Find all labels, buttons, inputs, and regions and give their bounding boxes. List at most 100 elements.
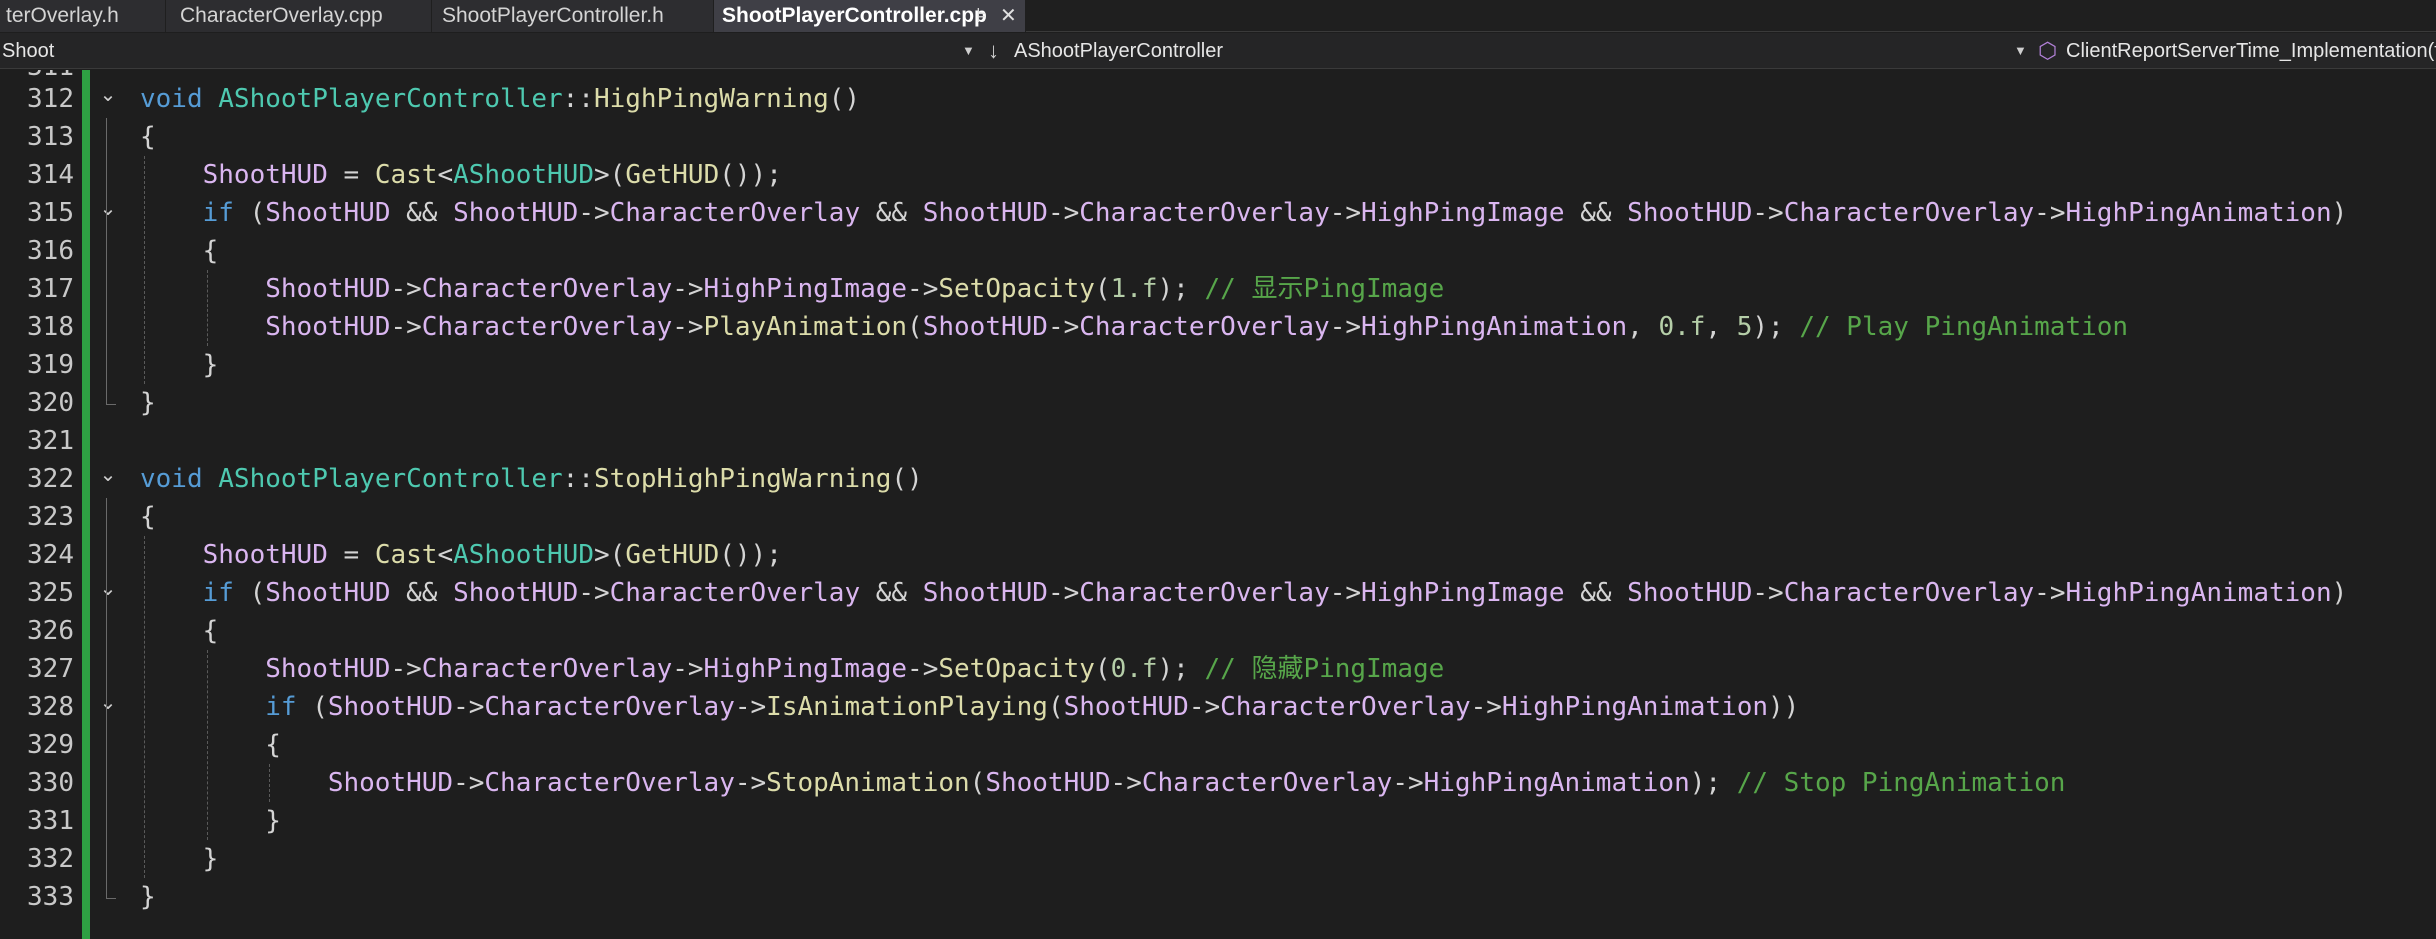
line-number: 312	[27, 84, 74, 114]
code-token: (	[233, 198, 266, 228]
code-token: ShootHUD	[1627, 198, 1753, 228]
code-line[interactable]: ShootHUD->CharacterOverlay->PlayAnimatio…	[140, 308, 2128, 346]
line-number: 329	[27, 730, 74, 760]
code-token: HighPingImage	[703, 654, 908, 684]
code-token: ->	[1752, 578, 1784, 608]
code-line[interactable]: {	[140, 726, 281, 764]
code-token: // 隐藏PingImage	[1204, 654, 1445, 684]
code-line[interactable]: if (ShootHUD && ShootHUD->CharacterOverl…	[140, 194, 2348, 232]
chevron-down-icon[interactable]: ▼	[962, 33, 975, 69]
code-token: ->	[1470, 692, 1502, 722]
code-line[interactable]: }	[140, 384, 156, 422]
code-token: IsAnimationPlaying	[766, 692, 1048, 722]
code-token: // Play PingAnimation	[1799, 312, 2129, 342]
chevron-down-icon[interactable]: ▼	[2014, 33, 2027, 69]
code-token: ShootHUD	[202, 160, 328, 190]
code-token: ->	[1329, 578, 1362, 608]
code-line[interactable]: ShootHUD = Cast<AShootHUD>(GetHUD());	[140, 156, 782, 194]
code-token: {	[140, 502, 156, 532]
code-token: ::	[562, 464, 594, 494]
code-token: (	[1094, 274, 1111, 304]
code-line[interactable]: {	[140, 498, 156, 536]
code-token: ShootHUD	[922, 312, 1048, 342]
code-token: CharacterOverlay	[1141, 768, 1393, 798]
code-token: >(	[594, 160, 626, 190]
code-token: ->	[672, 312, 704, 342]
line-number: 325	[27, 578, 74, 608]
code-line[interactable]: {	[140, 118, 156, 156]
line-number: 333	[27, 882, 74, 912]
member-scope-label: ClientReportServerTime_Implementation(fl…	[2066, 40, 2436, 62]
code-token: 0.f	[1658, 312, 1706, 342]
code-line[interactable]: ShootHUD->CharacterOverlay->HighPingImag…	[140, 650, 1444, 688]
code-token: CharacterOverlay	[609, 198, 861, 228]
code-token: ->	[578, 578, 610, 608]
code-token: void	[140, 464, 203, 494]
code-line[interactable]: {	[140, 612, 219, 650]
class-scope-dropdown[interactable]: AShootPlayerController	[1014, 33, 1994, 69]
code-line[interactable]: if (ShootHUD->CharacterOverlay->IsAnimat…	[140, 688, 1799, 726]
document-tab-strip: terOverlay.h CharacterOverlay.cpp ShootP…	[0, 0, 2436, 32]
collapse-chevron-icon[interactable]: ⌄	[94, 76, 122, 114]
code-line[interactable]: ShootHUD->CharacterOverlay->StopAnimatio…	[140, 764, 2066, 802]
code-token: 1.f	[1110, 274, 1158, 304]
code-token: ->	[734, 768, 767, 798]
code-token: ->	[907, 654, 939, 684]
code-token: ::	[562, 84, 594, 114]
code-token: ShootHUD	[985, 768, 1111, 798]
code-line[interactable]: void AShootPlayerController::HighPingWar…	[140, 80, 860, 118]
code-line[interactable]: ShootHUD = Cast<AShootHUD>(GetHUD());	[140, 536, 782, 574]
code-token: CharacterOverlay	[421, 312, 673, 342]
fold-region-bracket	[106, 118, 116, 405]
collapse-chevron-icon[interactable]: ⌄	[94, 456, 122, 494]
line-number: 323	[27, 502, 74, 532]
pin-icon[interactable]: ⊧	[976, 0, 986, 32]
code-line[interactable]: void AShootPlayerController::StopHighPin…	[140, 460, 923, 498]
code-token: ShootHUD	[1063, 692, 1189, 722]
project-dropdown[interactable]: Shoot	[2, 33, 952, 69]
code-token: &&	[860, 578, 923, 608]
code-token: ShootHUD	[265, 654, 391, 684]
code-line[interactable]: }	[140, 346, 219, 384]
code-token: CharacterOverlay	[1079, 312, 1330, 342]
line-number: 321	[27, 426, 74, 456]
code-token: ))	[1768, 692, 1800, 722]
code-token: ShootHUD	[202, 540, 328, 570]
code-line[interactable]: }	[140, 878, 156, 916]
code-token: );	[1157, 654, 1205, 684]
change-tracking-bar	[82, 70, 90, 939]
code-token: =	[327, 540, 375, 570]
line-number: 324	[27, 540, 74, 570]
code-line[interactable]: }	[140, 840, 219, 878]
code-token: ShootHUD	[453, 578, 579, 608]
tab-shootplayercontroller-cpp[interactable]: ShootPlayerController.cpp ⊧ ✕	[714, 0, 1026, 32]
code-token: ->	[672, 274, 704, 304]
code-token: )	[2331, 198, 2348, 228]
member-scope-dropdown[interactable]: ClientReportServerTime_Implementation(fl…	[2066, 33, 2436, 69]
line-number: 320	[27, 388, 74, 418]
code-line[interactable]: ShootHUD->CharacterOverlay->HighPingImag…	[140, 270, 1444, 308]
code-token: ->	[734, 692, 767, 722]
tab-label: CharacterOverlay.cpp	[180, 4, 383, 27]
code-line[interactable]: {	[140, 232, 219, 270]
code-token: ->	[2034, 578, 2066, 608]
code-token: SetOpacity	[938, 274, 1095, 304]
close-icon[interactable]: ✕	[1000, 0, 1017, 32]
tab-label: terOverlay.h	[6, 4, 119, 27]
code-editor[interactable]: 3113123133143153163173183193203213223233…	[0, 70, 2436, 939]
tab-shootplayercontroller-h[interactable]: ShootPlayerController.h	[432, 0, 714, 32]
code-line[interactable]: if (ShootHUD && ShootHUD->CharacterOverl…	[140, 574, 2348, 612]
code-token: ->	[2034, 198, 2066, 228]
tab-characteroverlay-cpp[interactable]: CharacterOverlay.cpp	[166, 0, 432, 32]
code-token: );	[1752, 312, 1800, 342]
code-token: &&	[1564, 578, 1628, 608]
tab-characteroverlay-h[interactable]: terOverlay.h	[0, 0, 166, 32]
code-line[interactable]: }	[140, 802, 281, 840]
code-token: HighPingAnimation	[2065, 198, 2332, 228]
code-token: (	[1094, 654, 1111, 684]
